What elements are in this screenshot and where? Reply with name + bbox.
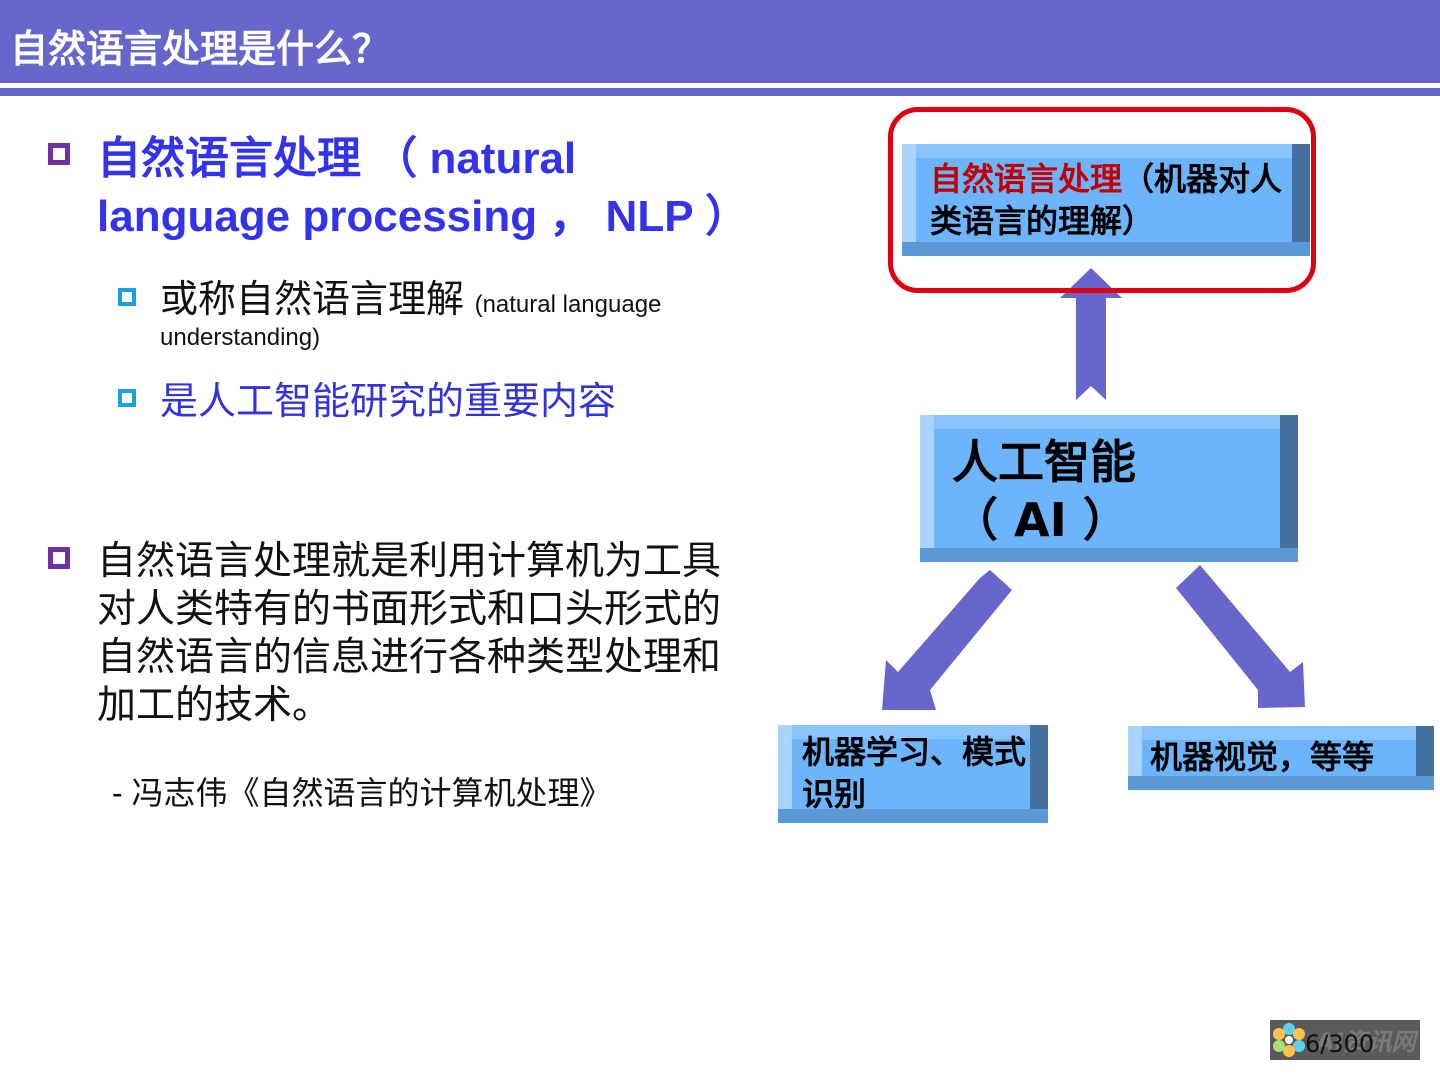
title-bar: 自然语言处理是什么？ <box>0 0 1440 83</box>
sub-item-nlu: 或称自然语言理解 (natural language understanding… <box>160 278 740 353</box>
ai-box-label: 人工智能 （ AI ） <box>952 433 1136 549</box>
bullet-square-icon <box>48 143 70 165</box>
sub-item-ai: 是人工智能研究的重要内容 <box>160 381 617 423</box>
sub-item-nlu-en-1: (natural language <box>474 291 662 318</box>
ai-box: 人工智能 （ AI ） <box>920 415 1298 562</box>
page-number: 6/300 <box>1305 1030 1375 1058</box>
sub-item-nlu-cn: 或称自然语言理解 <box>160 279 465 321</box>
cv-box-label: 机器视觉，等等 <box>1150 738 1375 776</box>
title-divider <box>0 88 1440 96</box>
highlight-ring <box>888 107 1316 293</box>
ml-box-label: 机器学习、模式识别 <box>802 733 1027 813</box>
slide-title: 自然语言处理是什么？ <box>10 27 391 71</box>
ml-box: 机器学习、模式识别 <box>778 725 1048 823</box>
ai-box-line1: 人工智能 <box>952 435 1136 489</box>
sub-item-nlu-en-2: understanding) <box>160 324 321 351</box>
bullet-square-icon <box>118 288 136 306</box>
definition-text: 自然语言处理就是利用计算机为工具对人类特有的书面形式和口头形式的自然语言的信息进… <box>97 540 722 727</box>
bullet-square-icon <box>118 389 136 407</box>
flower-logo-icon <box>1273 1023 1305 1057</box>
arrow-down-left-icon <box>882 570 1012 710</box>
cv-box: 机器视觉，等等 <box>1128 726 1434 790</box>
bullet-square-icon <box>48 547 70 569</box>
citation: - 冯志伟《自然语言的计算机处理》 <box>112 775 612 811</box>
arrow-down-right-icon <box>1176 565 1305 708</box>
main-heading: 自然语言处理 （ natural language processing ， N… <box>97 134 749 241</box>
ai-box-line2: （ AI ） <box>952 493 1129 547</box>
